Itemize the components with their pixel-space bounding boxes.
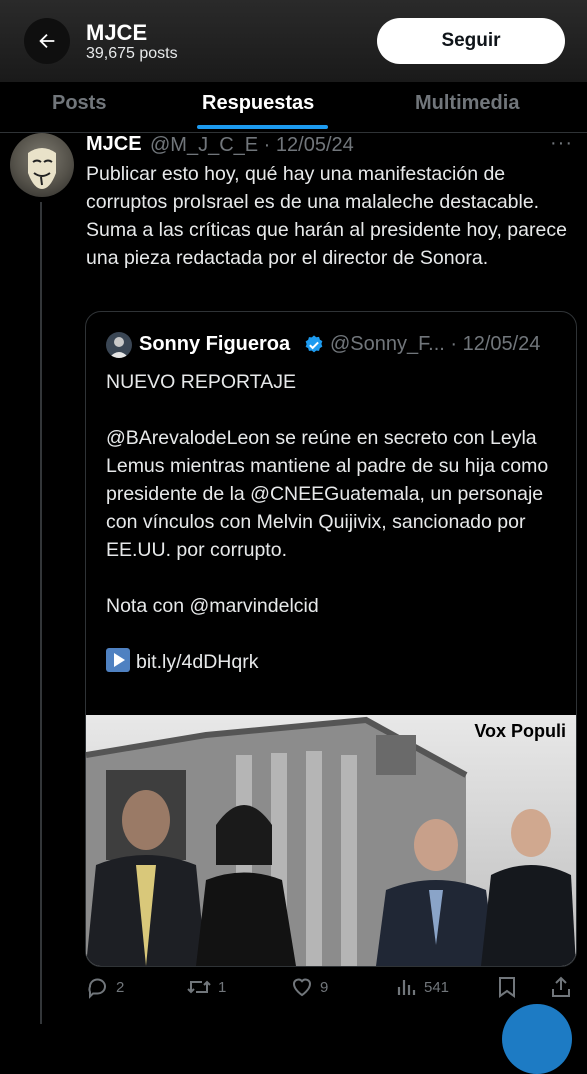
- person-avatar-icon: [109, 337, 129, 358]
- share-icon: [552, 976, 570, 997]
- like-button[interactable]: 9: [290, 975, 328, 999]
- play-button-icon: [106, 648, 130, 672]
- verified-badge-icon: [305, 335, 323, 353]
- view-count: 541: [424, 978, 450, 996]
- like-icon: [292, 978, 312, 997]
- news-collage-image: [86, 715, 576, 966]
- like-count: 9: [320, 978, 329, 996]
- follow-button[interactable]: Seguir: [377, 18, 565, 64]
- views-button[interactable]: 541: [394, 975, 449, 999]
- reply-button[interactable]: 2: [86, 975, 124, 999]
- tweet-actions: 2 1 9 541: [86, 975, 576, 1005]
- mask-avatar-icon: [28, 148, 56, 189]
- reply-count: 2: [116, 978, 125, 996]
- back-button[interactable]: [24, 18, 70, 64]
- bookmark-icon: [499, 977, 515, 998]
- tab-posts[interactable]: Posts: [52, 92, 106, 115]
- tab-multimedia[interactable]: Multimedia: [415, 92, 519, 115]
- repost-icon: [187, 980, 211, 994]
- quote-link[interactable]: bit.ly/4dDHqrk: [136, 651, 258, 673]
- post-count: 39,675 posts: [86, 45, 178, 62]
- share-button[interactable]: [550, 975, 578, 999]
- reply-icon: [88, 978, 106, 999]
- back-arrow-icon: [39, 33, 55, 49]
- image-watermark: Vox Populi: [474, 721, 566, 741]
- repost-count: 1: [218, 978, 227, 996]
- repost-button[interactable]: 1: [186, 975, 226, 999]
- quote-text: NUEVO REPORTAJE @BArevalodeLeon se reúne…: [106, 368, 566, 676]
- quote-image[interactable]: Vox Populi: [86, 715, 576, 966]
- quote-avatar[interactable]: [106, 332, 132, 358]
- quote-line-link: bit.ly/4dDHqrk: [106, 648, 566, 676]
- quote-line-body: @BArevalodeLeon se reúne en secreto con …: [106, 427, 549, 561]
- profile-header: MJCE 39,675 posts Seguir: [0, 0, 587, 82]
- quote-line-credit: Nota con @marvindelcid: [106, 595, 319, 617]
- more-options-button[interactable]: ···: [550, 132, 573, 155]
- profile-name: MJCE: [86, 20, 148, 45]
- quote-line-title: NUEVO REPORTAJE: [106, 371, 296, 393]
- tweet-text: Publicar esto hoy, qué hay una manifesta…: [86, 163, 567, 269]
- views-icon: [397, 980, 416, 995]
- active-tab-indicator: [197, 125, 328, 129]
- tab-respuestas[interactable]: Respuestas: [202, 92, 314, 115]
- quoted-tweet[interactable]: Sonny Figueroa @Sonny_F... · 12/05/24 NU…: [85, 311, 577, 967]
- bookmark-button[interactable]: [496, 975, 524, 999]
- tweet-handle-date[interactable]: @M_J_C_E · 12/05/24: [150, 134, 354, 157]
- avatar[interactable]: [10, 133, 74, 197]
- thread-connector: [40, 202, 42, 1024]
- quote-handle-date[interactable]: @Sonny_F... · 12/05/24: [330, 333, 540, 356]
- tweet-author-name[interactable]: MJCE: [86, 133, 142, 156]
- compose-button[interactable]: [502, 1004, 572, 1074]
- quote-author-name[interactable]: Sonny Figueroa: [139, 333, 290, 356]
